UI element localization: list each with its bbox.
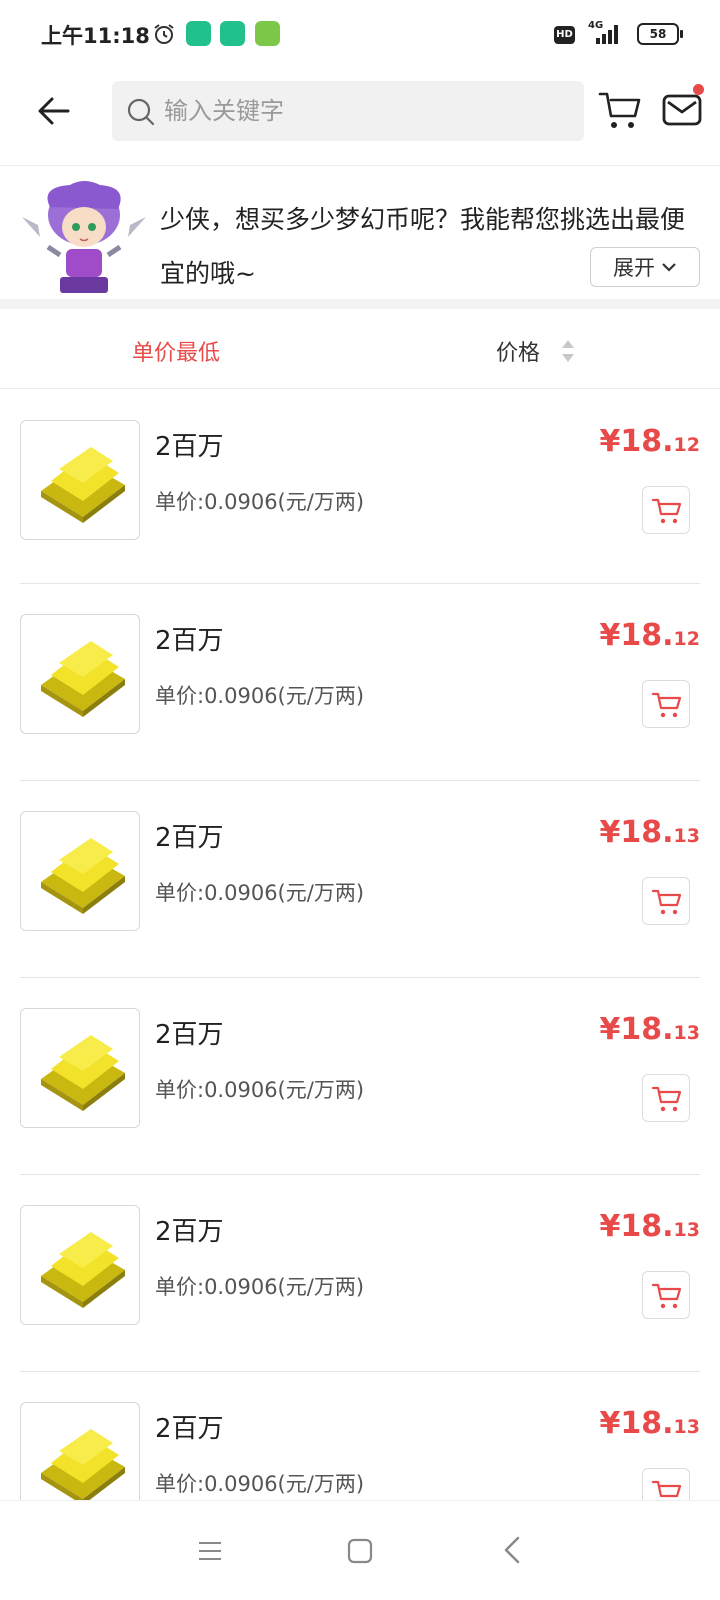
price-decimal: 13 (673, 1219, 700, 1241)
price-integer: ¥18. (599, 1209, 674, 1244)
cart-icon (651, 1086, 682, 1112)
list-item[interactable]: 2百万 单价:0.0906(元/万两) ¥18.13 (20, 781, 700, 978)
menu-icon[interactable] (196, 1537, 224, 1565)
price-decimal: 12 (673, 434, 700, 456)
assistant-banner: 少侠，想买多少梦幻币呢？我能帮您挑选出最便宜的哦~ 展开 (0, 167, 720, 299)
item-title: 2百万 (155, 432, 224, 462)
back-icon[interactable] (500, 1535, 524, 1565)
add-to-cart-button[interactable] (642, 486, 690, 534)
signal-icon (596, 25, 618, 44)
item-price: ¥18.13 (600, 1209, 700, 1244)
app-notification-icon (186, 21, 211, 46)
gold-bars-image (20, 1008, 140, 1128)
price-integer: ¥18. (599, 1406, 674, 1441)
sort-arrows-icon[interactable] (560, 337, 576, 365)
item-unit-price: 单价:0.0906(元/万两) (155, 881, 365, 905)
battery-level: 58 (649, 27, 667, 41)
list-item[interactable]: 2百万 单价:0.0906(元/万两) ¥18.13 (20, 1372, 700, 1500)
add-to-cart-button[interactable] (642, 680, 690, 728)
shopping-cart-icon[interactable] (596, 86, 644, 134)
item-price: ¥18.12 (600, 424, 700, 459)
item-unit-price: 单价:0.0906(元/万两) (155, 1472, 365, 1496)
gold-bars-image (20, 1205, 140, 1325)
gold-bars-image (20, 1402, 140, 1500)
item-title: 2百万 (155, 1217, 224, 1247)
status-bar: 上午11:18 HD 4G 58 (0, 0, 720, 68)
add-to-cart-button[interactable] (642, 1271, 690, 1319)
gold-bars-image (20, 614, 140, 734)
status-time: 上午11:18 (41, 24, 150, 48)
cart-icon (651, 1480, 682, 1498)
item-price: ¥18.13 (600, 1406, 700, 1441)
gold-bars-image (20, 420, 140, 540)
list-item[interactable]: 2百万 单价:0.0906(元/万两) ¥18.12 (20, 584, 700, 781)
add-to-cart-button[interactable] (642, 1468, 690, 1500)
cart-icon (651, 692, 682, 718)
system-navigation-bar (0, 1500, 720, 1600)
item-unit-price: 单价:0.0906(元/万两) (155, 490, 365, 514)
price-integer: ¥18. (599, 1012, 674, 1047)
cart-icon (651, 498, 682, 524)
search-icon (127, 98, 155, 126)
search-bar[interactable] (112, 81, 584, 141)
add-to-cart-button[interactable] (642, 1074, 690, 1122)
list-item[interactable]: 2百万 单价:0.0906(元/万两) ¥18.12 (20, 390, 700, 584)
search-input[interactable] (164, 81, 564, 141)
price-integer: ¥18. (599, 815, 674, 850)
item-unit-price: 单价:0.0906(元/万两) (155, 1275, 365, 1299)
list-item[interactable]: 2百万 单价:0.0906(元/万两) ¥18.13 (20, 978, 700, 1175)
price-integer: ¥18. (599, 424, 674, 459)
sort-lowest-unit-price-tab[interactable]: 单价最低 (132, 335, 220, 367)
item-price: ¥18.13 (600, 815, 700, 850)
app-notification-icon (220, 21, 245, 46)
home-icon[interactable] (346, 1537, 374, 1565)
product-list: 2百万 单价:0.0906(元/万两) ¥18.12 2百万 单价:0.0906… (20, 390, 700, 1500)
message-button[interactable] (660, 84, 704, 132)
cart-icon (651, 889, 682, 915)
unread-dot (693, 84, 704, 95)
item-unit-price: 单价:0.0906(元/万两) (155, 684, 365, 708)
item-price: ¥18.12 (600, 618, 700, 653)
back-arrow-icon[interactable] (30, 86, 80, 136)
price-decimal: 13 (673, 825, 700, 847)
price-decimal: 12 (673, 628, 700, 650)
sort-price-tab[interactable]: 价格 (496, 335, 540, 367)
item-title: 2百万 (155, 1414, 224, 1444)
section-divider (0, 299, 720, 309)
item-price: ¥18.13 (600, 1012, 700, 1047)
item-unit-price: 单价:0.0906(元/万两) (155, 1078, 365, 1102)
expand-label: 展开 (613, 256, 655, 280)
download-icon (255, 21, 280, 46)
hd-badge: HD (554, 26, 575, 44)
price-decimal: 13 (673, 1416, 700, 1438)
item-title: 2百万 (155, 823, 224, 853)
list-item[interactable]: 2百万 单价:0.0906(元/万两) ¥18.13 (20, 1175, 700, 1372)
gold-bars-image (20, 811, 140, 931)
item-title: 2百万 (155, 626, 224, 656)
chevron-down-icon (662, 263, 676, 272)
header (0, 68, 720, 166)
assistant-avatar (22, 181, 146, 293)
cart-icon (651, 1283, 682, 1309)
price-decimal: 13 (673, 1022, 700, 1044)
sort-bar: 单价最低 价格 (0, 309, 720, 389)
add-to-cart-button[interactable] (642, 877, 690, 925)
item-title: 2百万 (155, 1020, 224, 1050)
price-integer: ¥18. (599, 618, 674, 653)
alarm-icon (154, 24, 174, 44)
expand-button[interactable]: 展开 (590, 247, 700, 287)
battery-icon: 58 (637, 23, 683, 45)
